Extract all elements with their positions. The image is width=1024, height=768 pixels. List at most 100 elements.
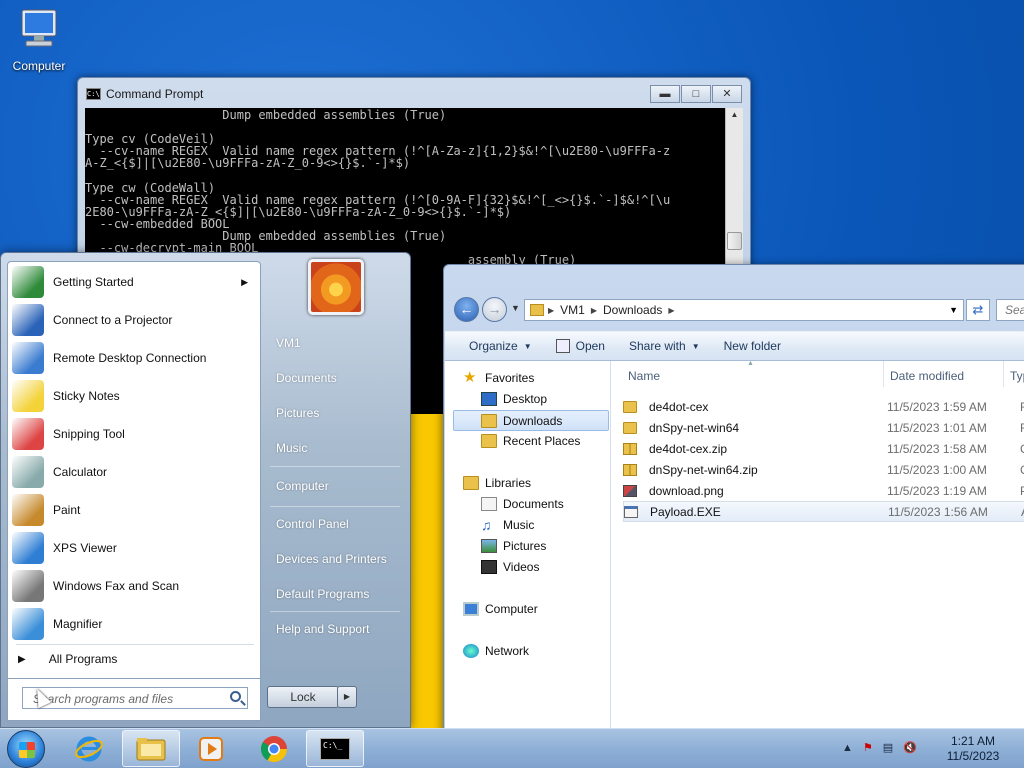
address-dropdown-icon[interactable]: ▼ [949, 305, 958, 315]
share-with-button[interactable]: Share with ▼ [629, 339, 700, 353]
program-item[interactable]: Paint [12, 491, 256, 529]
column-divider[interactable] [1003, 361, 1004, 387]
file-row[interactable]: download.png 11/5/2023 1:19 AM PN [623, 480, 1024, 501]
chevron-right-icon[interactable]: ▶ [668, 306, 674, 315]
program-item[interactable]: Calculator [12, 453, 256, 491]
nav-label: Favorites [485, 371, 535, 385]
taskbar-chrome[interactable] [245, 730, 303, 767]
scroll-up-arrow-icon[interactable]: ▲ [727, 110, 742, 126]
back-button[interactable]: ← [454, 297, 479, 322]
forward-button[interactable]: → [482, 297, 507, 322]
file-name: Payload.EXE [650, 504, 721, 519]
breadcrumb-vm1[interactable]: VM1 [560, 303, 585, 317]
search-input[interactable]: Search [996, 299, 1024, 321]
start-search-placeholder: Search programs and files [33, 692, 174, 706]
paint-icon [12, 494, 44, 526]
nav-downloads[interactable]: Downloads [453, 410, 609, 431]
program-item[interactable]: Remote Desktop Connection [12, 339, 256, 377]
shutdown-options-arrow-icon[interactable]: ▶ [337, 686, 357, 708]
folder-icon [136, 737, 166, 760]
desktop-computer-icon[interactable]: Computer [8, 6, 70, 73]
start-button[interactable] [7, 730, 45, 768]
program-item[interactable]: Getting Started ▶ [12, 263, 256, 301]
folder-file-icon [623, 421, 637, 434]
nav-recent-places[interactable]: Recent Places [481, 434, 580, 448]
nav-libraries[interactable]: Libraries [463, 476, 531, 490]
file-date: 11/5/2023 1:01 AM [887, 420, 987, 435]
nav-network[interactable]: Network [463, 644, 529, 658]
taskbar-command-prompt[interactable]: C:\_ [306, 730, 364, 767]
console-line: --cw-name REGEX Valid name regex pattern… [85, 192, 671, 207]
nav-videos[interactable]: Videos [481, 560, 539, 574]
start-right-link[interactable]: Computer [276, 479, 329, 493]
start-right-link[interactable]: Default Programs [276, 587, 369, 601]
start-right-link[interactable]: Devices and Printers [276, 552, 387, 566]
file-row[interactable]: de4dot-cex.zip 11/5/2023 1:58 AM Co [623, 438, 1024, 459]
nav-computer[interactable]: Computer [463, 602, 538, 616]
file-row[interactable]: dnSpy-net-win64.zip 11/5/2023 1:00 AM Co [623, 459, 1024, 480]
all-programs-button[interactable]: ▶ All Programs [18, 652, 117, 666]
taskbar-internet-explorer[interactable] [60, 730, 118, 767]
start-right-link[interactable]: Music [276, 441, 307, 455]
maximize-button[interactable]: □ [681, 85, 711, 103]
nav-label: Recent Places [503, 434, 581, 448]
user-avatar[interactable] [308, 259, 364, 315]
nav-music[interactable]: ♫ Music [481, 518, 534, 532]
clock-time: 1:21 AM [950, 734, 996, 748]
submenu-arrow-icon[interactable]: ▶ [241, 277, 248, 288]
start-right-link[interactable]: Control Panel [276, 517, 349, 531]
program-item[interactable]: XPS Viewer [12, 529, 256, 567]
recent-pages-dropdown-icon[interactable]: ▼ [511, 303, 520, 313]
start-search-input[interactable]: Search programs and files [22, 687, 248, 709]
column-header-type[interactable]: Typ [1010, 361, 1024, 387]
start-right-link[interactable]: Help and Support [276, 622, 369, 636]
file-row[interactable]: de4dot-cex 11/5/2023 1:59 AM File [623, 396, 1024, 417]
close-button[interactable]: ✕ [712, 85, 742, 103]
organize-button[interactable]: Organize ▼ [469, 339, 532, 353]
nav-documents[interactable]: Documents [481, 497, 564, 511]
search-icon[interactable] [230, 691, 241, 702]
file-name: de4dot-cex.zip [649, 441, 728, 456]
scroll-thumb[interactable] [727, 232, 742, 250]
lock-button[interactable]: Lock [267, 686, 339, 708]
minimize-button[interactable]: ▬ [650, 85, 680, 103]
program-item[interactable]: Connect to a Projector [12, 301, 256, 339]
nav-desktop[interactable]: Desktop [481, 392, 547, 406]
console-line: Type cw (CodeWall) [85, 180, 216, 195]
nav-pictures[interactable]: Pictures [481, 539, 546, 553]
breadcrumb-downloads[interactable]: Downloads [603, 303, 662, 317]
program-label: Paint [53, 503, 81, 517]
chevron-right-icon[interactable]: ▶ [548, 306, 554, 315]
cmd-titlebar[interactable]: C:\ Command Prompt ▬ □ ✕ [78, 78, 750, 108]
network-icon[interactable]: ▤ [883, 741, 893, 754]
clock[interactable]: 1:21 AM 11/5/2023 [930, 734, 1016, 764]
program-item[interactable]: Magnifier [12, 605, 256, 643]
action-center-flag-icon[interactable]: ⚑ [863, 741, 873, 754]
column-divider[interactable] [883, 361, 884, 387]
start-right-link[interactable]: Documents [276, 371, 337, 385]
chevron-right-icon[interactable]: ▶ [591, 306, 597, 315]
open-button[interactable]: Open [555, 339, 605, 353]
file-row[interactable]: dnSpy-net-win64 11/5/2023 1:01 AM File [623, 417, 1024, 438]
recent-places-icon [481, 434, 497, 448]
folder-icon [530, 304, 544, 316]
refresh-button[interactable]: ⇄ [966, 299, 990, 321]
address-bar[interactable]: ▶ VM1 ▶ Downloads ▶ ▼ [524, 299, 964, 321]
column-header-date[interactable]: Date modified [890, 361, 964, 387]
file-row[interactable]: Payload.EXE11/5/2023 1:56 AMAp [623, 501, 1024, 522]
program-item[interactable]: Windows Fax and Scan [12, 567, 256, 605]
explorer-window[interactable]: ← → ▼ ▶ VM1 ▶ Downloads ▶ ▼ ⇄ Search Org… [443, 264, 1024, 734]
all-programs-label: All Programs [48, 652, 118, 666]
program-item[interactable]: Sticky Notes [12, 377, 256, 415]
volume-muted-icon[interactable]: 🔇 [903, 741, 917, 754]
taskbar-explorer[interactable] [122, 730, 180, 767]
new-folder-button[interactable]: New folder [724, 339, 781, 353]
start-right-link[interactable]: VM1 [276, 336, 301, 350]
folder-file-icon [623, 400, 637, 413]
nav-favorites[interactable]: ★ Favorites [463, 370, 535, 385]
program-item[interactable]: Snipping Tool [12, 415, 256, 453]
start-right-link[interactable]: Pictures [276, 406, 319, 420]
show-hidden-icons-icon[interactable]: ▲ [842, 742, 853, 754]
column-header-name[interactable]: Name [628, 361, 660, 387]
taskbar-media-player[interactable] [182, 730, 240, 767]
